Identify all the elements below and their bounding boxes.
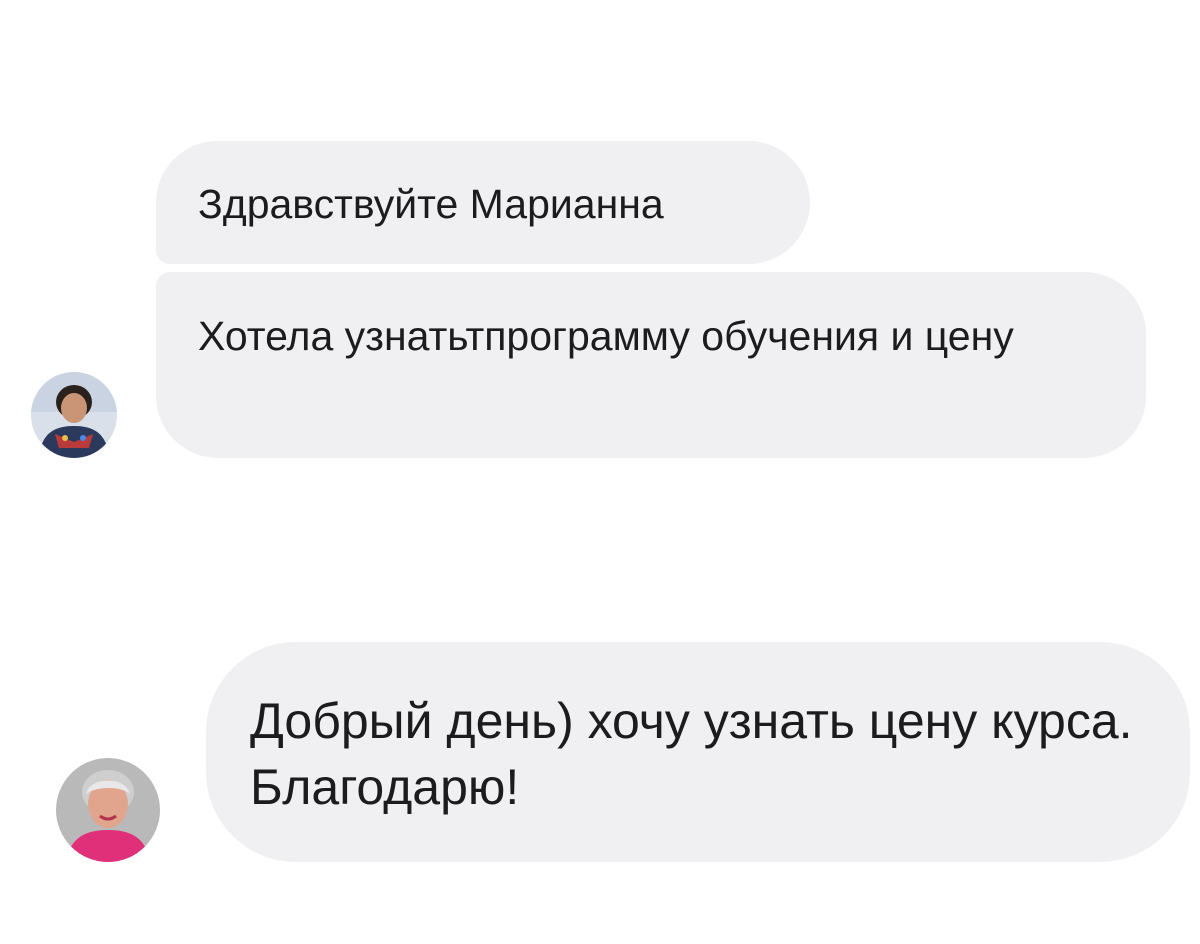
chat-thread: Здравствуйте Марианна Хотела узнатьтпрог… (0, 0, 1200, 944)
message-bubble-greeting[interactable]: Здравствуйте Марианна (156, 141, 810, 264)
sender-avatar-1[interactable] (31, 372, 117, 458)
message-text: Добрый день) хочу узнать цену курса. Бла… (250, 693, 1133, 815)
message-text: Хотела узнатьтпрограмму обучения и цену (198, 313, 1014, 359)
sender-avatar-2[interactable] (56, 758, 160, 862)
message-bubble-price-request[interactable]: Добрый день) хочу узнать цену курса. Бла… (206, 642, 1190, 862)
message-bubble-program-request[interactable]: Хотела узнатьтпрограмму обучения и цену (156, 272, 1146, 458)
user-avatar-icon (31, 372, 117, 458)
message-text: Здравствуйте Марианна (198, 181, 664, 227)
user-avatar-icon (56, 758, 160, 862)
